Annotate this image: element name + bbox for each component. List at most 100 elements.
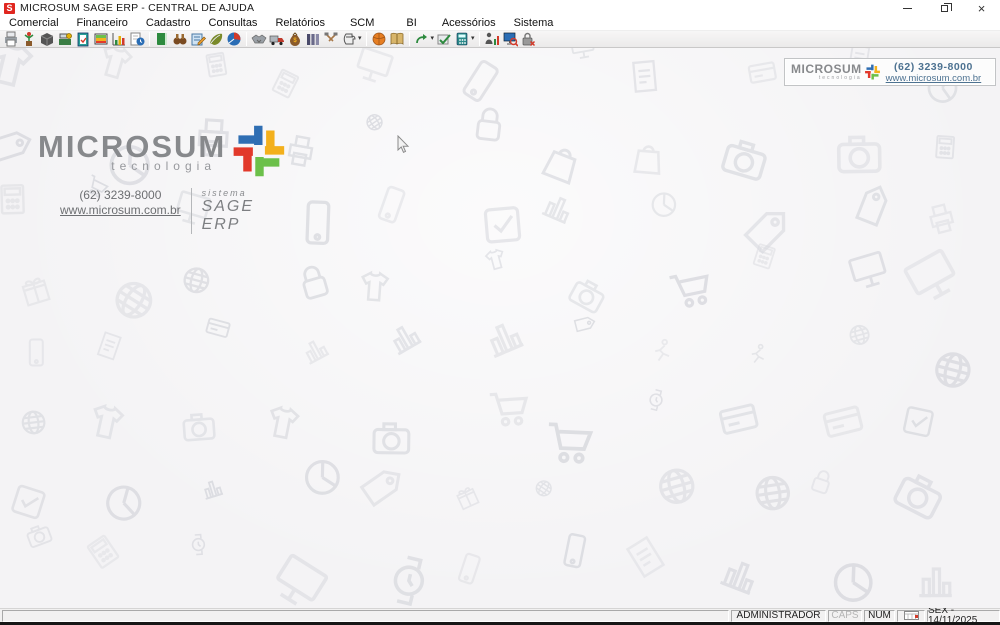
gift-box-watermark-icon bbox=[456, 486, 479, 509]
menu-item-financeiro[interactable]: Financeiro bbox=[68, 16, 137, 30]
checkbox-check-watermark-icon bbox=[12, 485, 45, 518]
bar-chart-watermark-icon bbox=[388, 322, 422, 354]
logo-phone: (62) 3239-8000 bbox=[60, 188, 181, 202]
toolbar-button-jug[interactable]: ▾ bbox=[340, 31, 363, 47]
wrist-watch-watermark-icon bbox=[391, 556, 428, 606]
toolbar-button-cash-register[interactable] bbox=[56, 31, 74, 47]
toolbar-button-tools[interactable] bbox=[322, 31, 340, 47]
camera-watermark-icon bbox=[26, 523, 53, 547]
logo-divider bbox=[191, 188, 192, 234]
toolbar-button-bar-chart[interactable] bbox=[110, 31, 128, 47]
toolbar-button-note-pencil[interactable] bbox=[189, 31, 207, 47]
calendar-icon bbox=[904, 611, 919, 620]
jug-icon bbox=[341, 31, 357, 47]
restore-button[interactable] bbox=[926, 0, 963, 16]
printer-watermark-icon bbox=[288, 136, 314, 167]
bar-chart-watermark-icon bbox=[301, 338, 329, 364]
clipboard-icon bbox=[75, 31, 91, 47]
card-file-icon bbox=[305, 31, 321, 47]
menu-item-bi[interactable]: BI bbox=[390, 16, 432, 30]
toolbar-separator bbox=[246, 32, 247, 46]
globe-watermark-icon bbox=[182, 266, 211, 295]
pie-chart-watermark-icon bbox=[306, 461, 338, 493]
wrist-watch-watermark-icon bbox=[192, 534, 205, 554]
toolbar-button-clipboard[interactable] bbox=[74, 31, 92, 47]
toolbar-button-printer[interactable] bbox=[2, 31, 20, 47]
toolbar-button-handshake[interactable] bbox=[250, 31, 268, 47]
pie-chart-watermark-icon bbox=[835, 564, 872, 601]
toolbar-button-pie-chart[interactable] bbox=[225, 31, 243, 47]
toolbar-button-product-box[interactable] bbox=[92, 31, 110, 47]
menu-item-scm[interactable]: SCM bbox=[334, 16, 390, 30]
menu-item-consultas[interactable]: Consultas bbox=[200, 16, 267, 30]
running-person-watermark-icon bbox=[655, 340, 669, 361]
bar-chart-watermark-icon bbox=[919, 569, 952, 596]
printer-icon bbox=[3, 31, 19, 47]
status-calendar-panel[interactable] bbox=[897, 610, 925, 622]
menu-item-sistema[interactable]: Sistema bbox=[505, 16, 563, 30]
microsum-cross-icon bbox=[864, 63, 881, 81]
globe-watermark-icon bbox=[657, 466, 697, 506]
dropdown-arrow-icon[interactable]: ▾ bbox=[471, 31, 475, 47]
system-name: SAGE ERP bbox=[202, 198, 288, 234]
minimize-icon bbox=[903, 8, 912, 9]
handshake-icon bbox=[251, 31, 267, 47]
dropdown-arrow-icon[interactable]: ▾ bbox=[358, 31, 362, 47]
price-tag-watermark-icon bbox=[359, 469, 399, 509]
t-shirt-watermark-icon bbox=[485, 249, 506, 271]
dropdown-arrow-icon[interactable]: ▾ bbox=[431, 31, 435, 47]
toolbar-button-document-clock[interactable] bbox=[128, 31, 146, 47]
pie-chart-watermark-icon bbox=[652, 193, 675, 216]
close-button[interactable]: × bbox=[963, 0, 1000, 16]
shopping-bag-watermark-icon bbox=[635, 146, 662, 174]
toolbar-button-money-leaf[interactable] bbox=[207, 31, 225, 47]
toolbar-button-ledger[interactable] bbox=[388, 31, 406, 47]
green-book-icon bbox=[154, 31, 170, 47]
menu-item-acessorios[interactable]: Acessórios bbox=[433, 16, 505, 30]
calculator-watermark-icon bbox=[87, 535, 118, 568]
toolbar-button-redo-arrow[interactable]: ▾ bbox=[413, 31, 436, 47]
toolbar-button-plant[interactable] bbox=[20, 31, 38, 47]
status-message-panel bbox=[2, 610, 729, 622]
product-box-icon bbox=[93, 31, 109, 47]
num-lock-indicator: NUM bbox=[864, 610, 895, 622]
calculator-watermark-icon bbox=[206, 53, 226, 77]
minimize-button[interactable] bbox=[889, 0, 926, 16]
menu-item-cadastro[interactable]: Cadastro bbox=[137, 16, 200, 30]
toolbar-button-lock-exit[interactable] bbox=[519, 31, 537, 47]
toolbar-button-green-book[interactable] bbox=[153, 31, 171, 47]
toolbar-button-binoculars[interactable] bbox=[171, 31, 189, 47]
menu-item-comercial[interactable]: Comercial bbox=[0, 16, 68, 30]
calculator-watermark-icon bbox=[272, 69, 298, 97]
t-shirt-watermark-icon bbox=[90, 404, 124, 439]
mdi-client-area: MICROSUM tecnologia (62) 3239-8000 www.m… bbox=[0, 48, 1000, 608]
toolbar-separator bbox=[366, 32, 367, 46]
price-tag-watermark-icon bbox=[571, 313, 595, 337]
toolbar-button-check-edit[interactable] bbox=[435, 31, 453, 47]
monitor-watermark-icon bbox=[571, 48, 595, 59]
toolbar-separator bbox=[479, 32, 480, 46]
toolbar-button-package[interactable] bbox=[38, 31, 56, 47]
printer-watermark-icon bbox=[928, 204, 954, 235]
menu-item-relatorios[interactable]: Relatórios bbox=[266, 16, 334, 30]
microsum-cross-icon bbox=[230, 120, 288, 182]
toolbar-button-money-bag[interactable]: $ bbox=[286, 31, 304, 47]
toolbar-button-monitor-search[interactable] bbox=[501, 31, 519, 47]
plant-icon bbox=[21, 31, 37, 47]
toolbar-button-calculator[interactable]: ▾ bbox=[453, 31, 476, 47]
gift-box-watermark-icon bbox=[22, 277, 50, 305]
toolbar-button-orange-ball[interactable] bbox=[370, 31, 388, 47]
toolbar-button-truck[interactable] bbox=[268, 31, 286, 47]
cash-register-icon bbox=[57, 31, 73, 47]
wrist-watch-watermark-icon bbox=[648, 389, 664, 411]
lock-exit-icon bbox=[520, 31, 536, 47]
toolbar-button-person-chart[interactable] bbox=[483, 31, 501, 47]
document-watermark-icon bbox=[633, 61, 656, 91]
monitor-watermark-icon bbox=[355, 48, 393, 84]
app-window: S MICROSUM SAGE ERP - CENTRAL DE AJUDA ×… bbox=[0, 0, 1000, 625]
toolbar-button-card-file[interactable] bbox=[304, 31, 322, 47]
bar-chart-watermark-icon bbox=[542, 194, 574, 223]
smartphone-watermark-icon bbox=[30, 339, 43, 365]
truck-icon bbox=[269, 31, 285, 47]
title-bar: S MICROSUM SAGE ERP - CENTRAL DE AJUDA × bbox=[0, 0, 1000, 16]
